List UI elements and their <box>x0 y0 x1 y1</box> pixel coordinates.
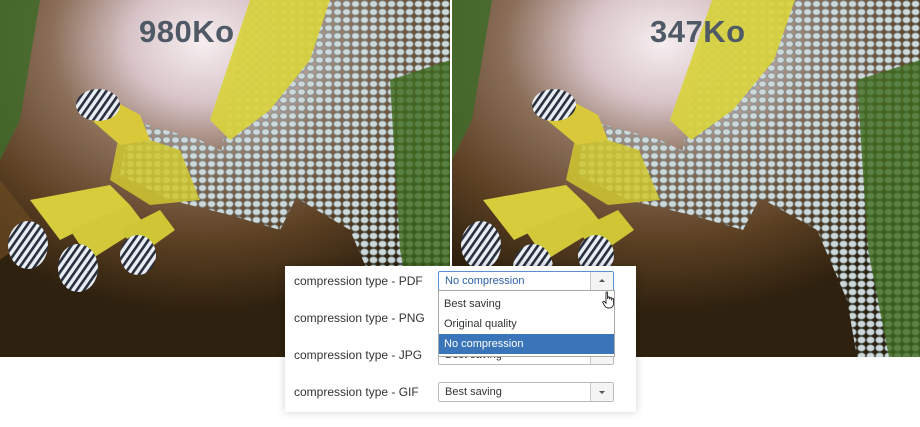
jpg-compression-label: compression type - JPG <box>294 348 423 362</box>
hand-pointer-icon <box>602 291 615 309</box>
pdf-compression-row: compression type - PDF No compression Be… <box>285 271 636 357</box>
caret-up-icon <box>599 279 605 282</box>
pdf-compression-select[interactable]: No compression <box>438 271 614 291</box>
pdf-dropdown-toggle[interactable] <box>590 272 613 290</box>
compression-settings-panel: compression type - PDF No compression Be… <box>285 266 636 412</box>
png-compression-label: compression type - PNG <box>294 311 425 325</box>
pdf-compression-label: compression type - PDF <box>294 274 423 288</box>
gif-dropdown-toggle[interactable] <box>590 383 613 401</box>
option-best-saving[interactable]: Best saving <box>439 294 614 314</box>
pdf-compression-dropdown: Best saving Original quality No compress… <box>438 290 615 357</box>
gif-compression-value: Best saving <box>445 386 502 398</box>
gif-compression-row: compression type - GIF Best saving <box>285 382 636 404</box>
compressed-size-label: 347Ko <box>650 14 746 49</box>
option-original-quality[interactable]: Original quality <box>439 314 614 334</box>
original-size-label: 980Ko <box>139 14 235 49</box>
caret-down-icon <box>599 391 605 394</box>
pdf-compression-value: No compression <box>445 275 525 287</box>
option-no-compression[interactable]: No compression <box>439 334 614 354</box>
gif-compression-label: compression type - GIF <box>294 385 419 399</box>
gif-compression-select[interactable]: Best saving <box>438 382 614 402</box>
